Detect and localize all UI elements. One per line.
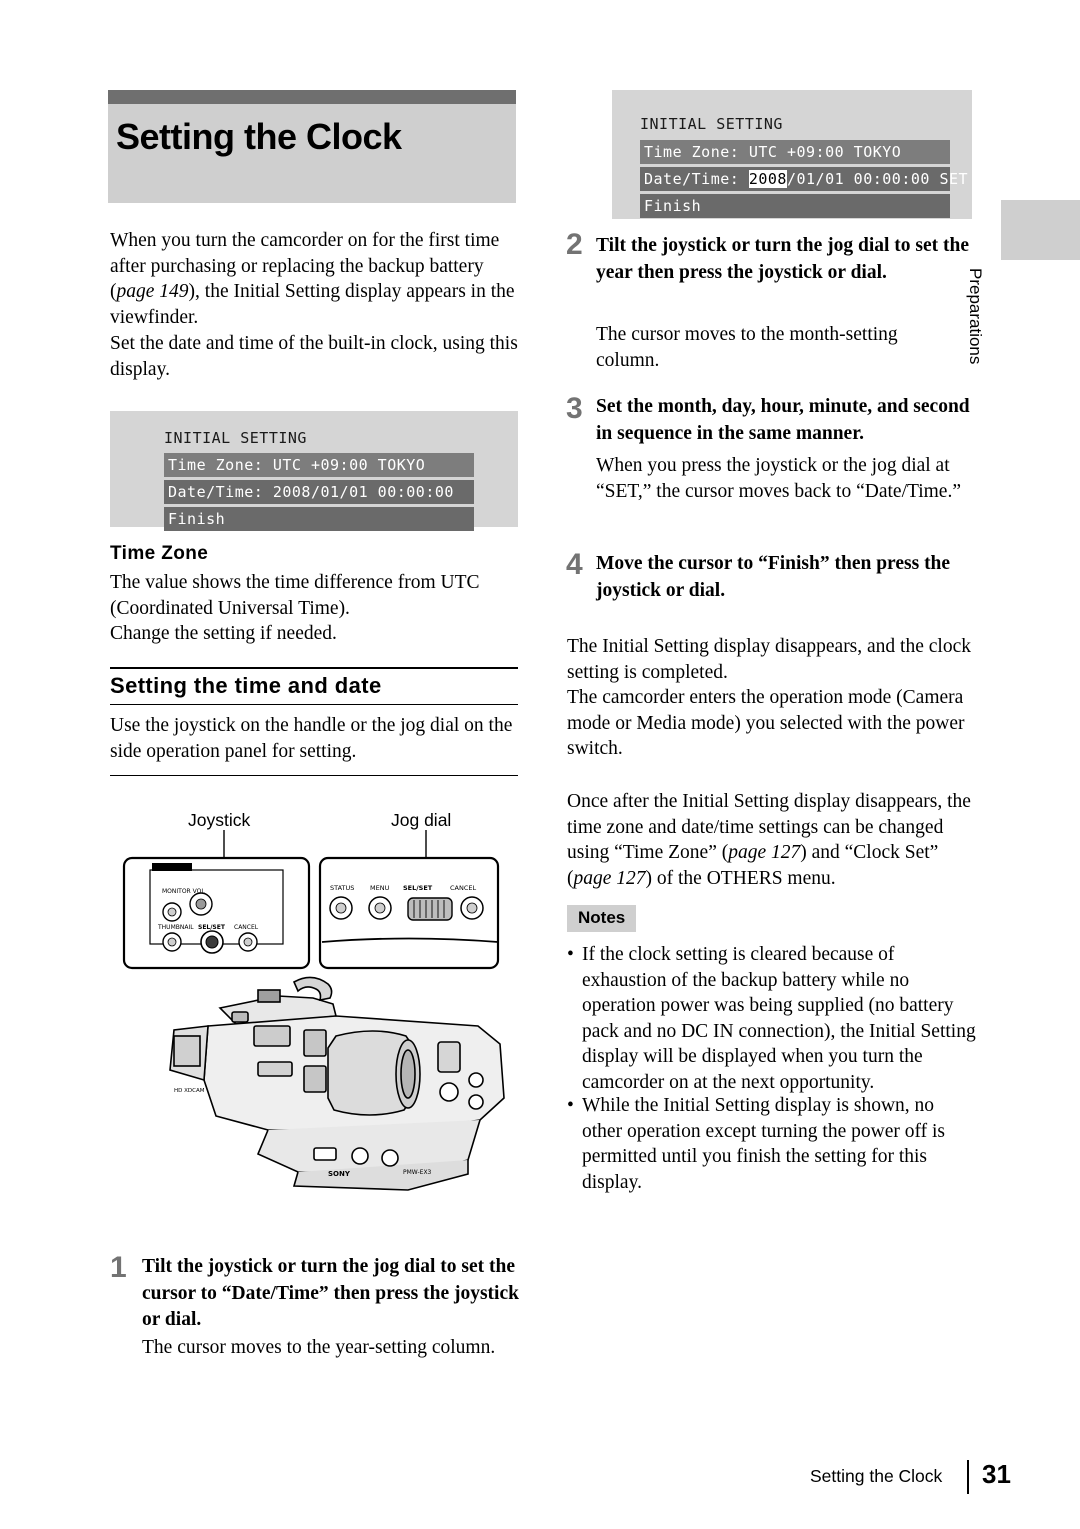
- svg-text:MENU: MENU: [370, 884, 390, 892]
- footer-divider: [967, 1460, 969, 1494]
- note-bullet-2: •: [567, 1095, 574, 1116]
- step-2-number: 2: [566, 228, 583, 261]
- step-2-body: The cursor moves to the month-setting co…: [596, 324, 898, 371]
- divider-above-setting-time: [110, 667, 518, 669]
- lcd-right-header: INITIAL SETTING: [640, 115, 783, 133]
- lcd-right-datetime-prefix: Date/Time:: [644, 170, 749, 188]
- note-text-2: While the Initial Setting display is sho…: [582, 1095, 945, 1193]
- page-ref-127-a: page 127: [728, 842, 801, 864]
- title-top-bar: [108, 90, 516, 104]
- label-joystick: Joystick: [188, 810, 251, 830]
- svg-text:STATUS: STATUS: [330, 884, 354, 892]
- step-3-number: 3: [566, 392, 583, 425]
- svg-text:SEL/SET: SEL/SET: [403, 884, 433, 892]
- page-title-block: Setting the Clock: [108, 90, 516, 203]
- step-1-heading: Tilt the joystick or turn the jog dial t…: [142, 1256, 519, 1330]
- step-4-number: 4: [566, 548, 583, 581]
- note-item-2: • While the Initial Setting display is s…: [567, 1093, 972, 1195]
- divider-below-setting-time: [110, 704, 518, 705]
- lcd-right-datetime-suffix: /01/01 00:00:00 SET: [786, 170, 969, 188]
- lcd-right-row-finish: Finish: [640, 194, 950, 218]
- side-tab-marker: [1001, 200, 1080, 260]
- time-zone-body: The value shows the time difference from…: [110, 572, 480, 645]
- side-tab-label: Preparations: [966, 268, 985, 365]
- page-title: Setting the Clock: [116, 116, 402, 157]
- right-paragraph-1: The Initial Setting display disappears, …: [567, 636, 971, 760]
- svg-text:HD XDCAM: HD XDCAM: [174, 1088, 205, 1094]
- step-3-heading: Set the month, day, hour, minute, and se…: [596, 396, 970, 444]
- step-4-heading: Move the cursor to “Finish” then press t…: [596, 553, 951, 601]
- lcd-display-initial-setting-left: INITIAL SETTING Time Zone: UTC +09:00 TO…: [110, 411, 518, 531]
- setting-time-heading: Setting the time and date: [110, 673, 382, 698]
- camcorder-brand: SONY: [328, 1170, 351, 1178]
- svg-text:CANCEL: CANCEL: [234, 924, 259, 931]
- svg-text:CANCEL: CANCEL: [450, 884, 476, 892]
- manual-page: Setting the Clock When you turn the camc…: [0, 0, 1080, 1529]
- step-2-heading: Tilt the joystick or turn the jog dial t…: [596, 235, 970, 283]
- lcd-right-datetime-cursor: 2008: [748, 170, 787, 188]
- setting-time-body: Use the joystick on the handle or the jo…: [110, 715, 513, 762]
- lcd-right-row-datetime: Date/Time: 2008/01/01 00:00:00 SET: [640, 167, 968, 191]
- step-1-number: 1: [110, 1251, 127, 1284]
- svg-text:PMW-EX3: PMW-EX3: [403, 1169, 432, 1176]
- notes-badge: Notes: [567, 905, 637, 932]
- step-1-body: The cursor moves to the year-setting col…: [142, 1337, 496, 1358]
- time-zone-heading: Time Zone: [110, 543, 209, 564]
- note-item-1: • If the clock setting is cleared becaus…: [567, 942, 977, 1096]
- lcd-left-row-timezone: Time Zone: UTC +09:00 TOKYO: [164, 453, 474, 477]
- footer-title: Setting the Clock: [810, 1466, 943, 1486]
- lcd-left-header: INITIAL SETTING: [164, 429, 307, 447]
- lcd-right-row-timezone: Time Zone: UTC +09:00 TOKYO: [640, 140, 950, 164]
- note-bullet-1: •: [567, 944, 574, 965]
- camcorder-illustration: MONITOR VOL THUMBNAIL SEL/SET CANCEL STA…: [108, 830, 520, 1220]
- svg-text:SEL/SET: SEL/SET: [198, 924, 226, 931]
- svg-text:THUMBNAIL: THUMBNAIL: [157, 924, 194, 931]
- lcd-left-row-datetime: Date/Time: 2008/01/01 00:00:00: [164, 480, 474, 504]
- intro-paragraph-2: Set the date and time of the built-in cl…: [110, 333, 518, 380]
- page-ref-127-b: page 127: [573, 867, 646, 889]
- lcd-left-row-finish: Finish: [164, 507, 474, 531]
- note-text-1: If the clock setting is cleared because …: [582, 944, 976, 1093]
- page-ref-149: page 149: [116, 281, 189, 303]
- divider-above-illustration: [110, 775, 518, 776]
- footer-page-number: 31: [982, 1459, 1011, 1489]
- right-paragraph-2: Once after the Initial Setting display d…: [567, 791, 971, 889]
- lcd-display-initial-setting-right: INITIAL SETTING Time Zone: UTC +09:00 TO…: [612, 90, 972, 219]
- intro-paragraph-1: When you turn the camcorder on for the f…: [110, 230, 515, 328]
- step-3-body: When you press the joystick or the jog d…: [596, 455, 961, 502]
- label-jog-dial: Jog dial: [391, 810, 452, 830]
